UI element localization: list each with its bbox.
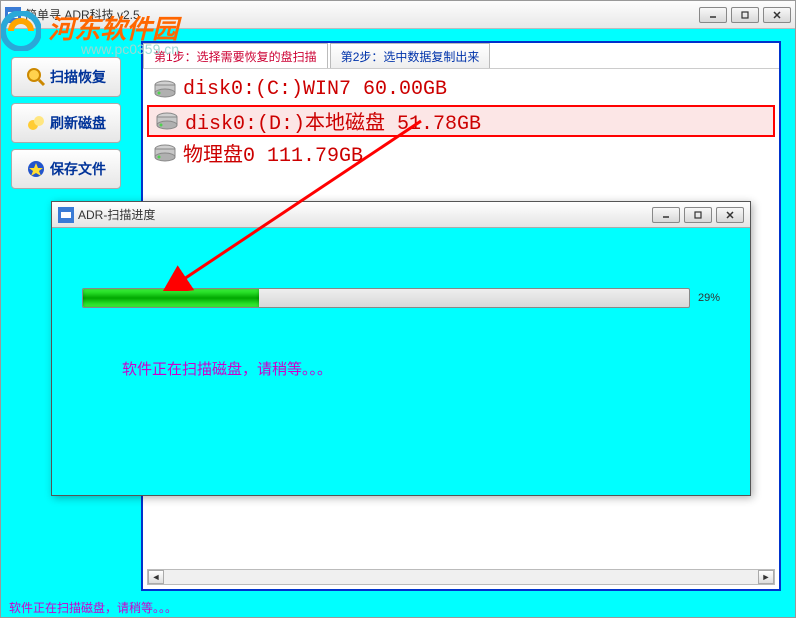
disk-row[interactable]: 物理盘0 111.79GB [147, 137, 775, 169]
close-button[interactable] [763, 7, 791, 23]
scroll-left-arrow[interactable]: ◄ [148, 570, 164, 584]
window-controls [699, 7, 791, 23]
status-text: 软件正在扫描磁盘，请稍等。。。 [9, 601, 177, 615]
horizontal-scrollbar[interactable]: ◄ ► [147, 569, 775, 585]
tab-step2[interactable]: 第2步：选中数据复制出来 [330, 43, 491, 68]
disk-row[interactable]: disk0:(D:)本地磁盘 51.78GB [147, 105, 775, 137]
drive-icon [153, 144, 177, 162]
disk-label: disk0:(C:)WIN7 60.00GB [183, 78, 447, 101]
dialog-minimize-button[interactable] [652, 207, 680, 223]
save-file-button[interactable]: 保存文件 [11, 149, 121, 189]
disk-label: disk0:(D:)本地磁盘 51.78GB [185, 106, 481, 136]
sidebar-item-label: 刷新磁盘 [50, 113, 106, 133]
scroll-right-arrow[interactable]: ► [758, 570, 774, 584]
dialog-title: ADR-扫描进度 [78, 206, 652, 223]
dialog-icon [58, 207, 74, 223]
status-bar: 软件正在扫描磁盘，请稍等。。。 [1, 597, 795, 617]
dialog-window-controls [652, 207, 744, 223]
progress-dialog: ADR-扫描进度 29% 软件正在扫描磁盘，请稍等。。。 [51, 201, 751, 496]
dialog-body: 29% 软件正在扫描磁盘，请稍等。。。 [52, 228, 750, 399]
progress-percent: 29% [698, 292, 720, 304]
dialog-titlebar: ADR-扫描进度 [52, 202, 750, 228]
progress-bar [82, 288, 690, 308]
watermark-text: 河东软件园 [48, 14, 178, 44]
magnifier-icon [26, 67, 46, 87]
dialog-close-button[interactable] [716, 207, 744, 223]
sidebar-item-label: 保存文件 [50, 159, 106, 179]
refresh-disk-button[interactable]: 刷新磁盘 [11, 103, 121, 143]
minimize-button[interactable] [699, 7, 727, 23]
disk-row[interactable]: disk0:(C:)WIN7 60.00GB [147, 73, 775, 105]
progress-fill [83, 289, 259, 307]
scan-recover-button[interactable]: 扫描恢复 [11, 57, 121, 97]
dialog-message: 软件正在扫描磁盘，请稍等。。。 [82, 358, 720, 379]
progress-wrap: 29% [82, 288, 720, 308]
drive-icon [155, 112, 179, 130]
star-icon [26, 159, 46, 179]
sidebar: 扫描恢复 刷新磁盘 保存文件 [11, 57, 131, 195]
refresh-icon [26, 113, 46, 133]
maximize-button[interactable] [731, 7, 759, 23]
step-tabs: 第1步：选择需要恢复的盘扫描 第2步：选中数据复制出来 [143, 43, 779, 69]
watermark-url: www.pc0359.cn [81, 41, 179, 57]
drive-icon [153, 80, 177, 98]
sidebar-item-label: 扫描恢复 [50, 67, 106, 87]
dialog-maximize-button[interactable] [684, 207, 712, 223]
scroll-track[interactable] [164, 570, 758, 584]
disk-label: 物理盘0 111.79GB [183, 138, 363, 168]
